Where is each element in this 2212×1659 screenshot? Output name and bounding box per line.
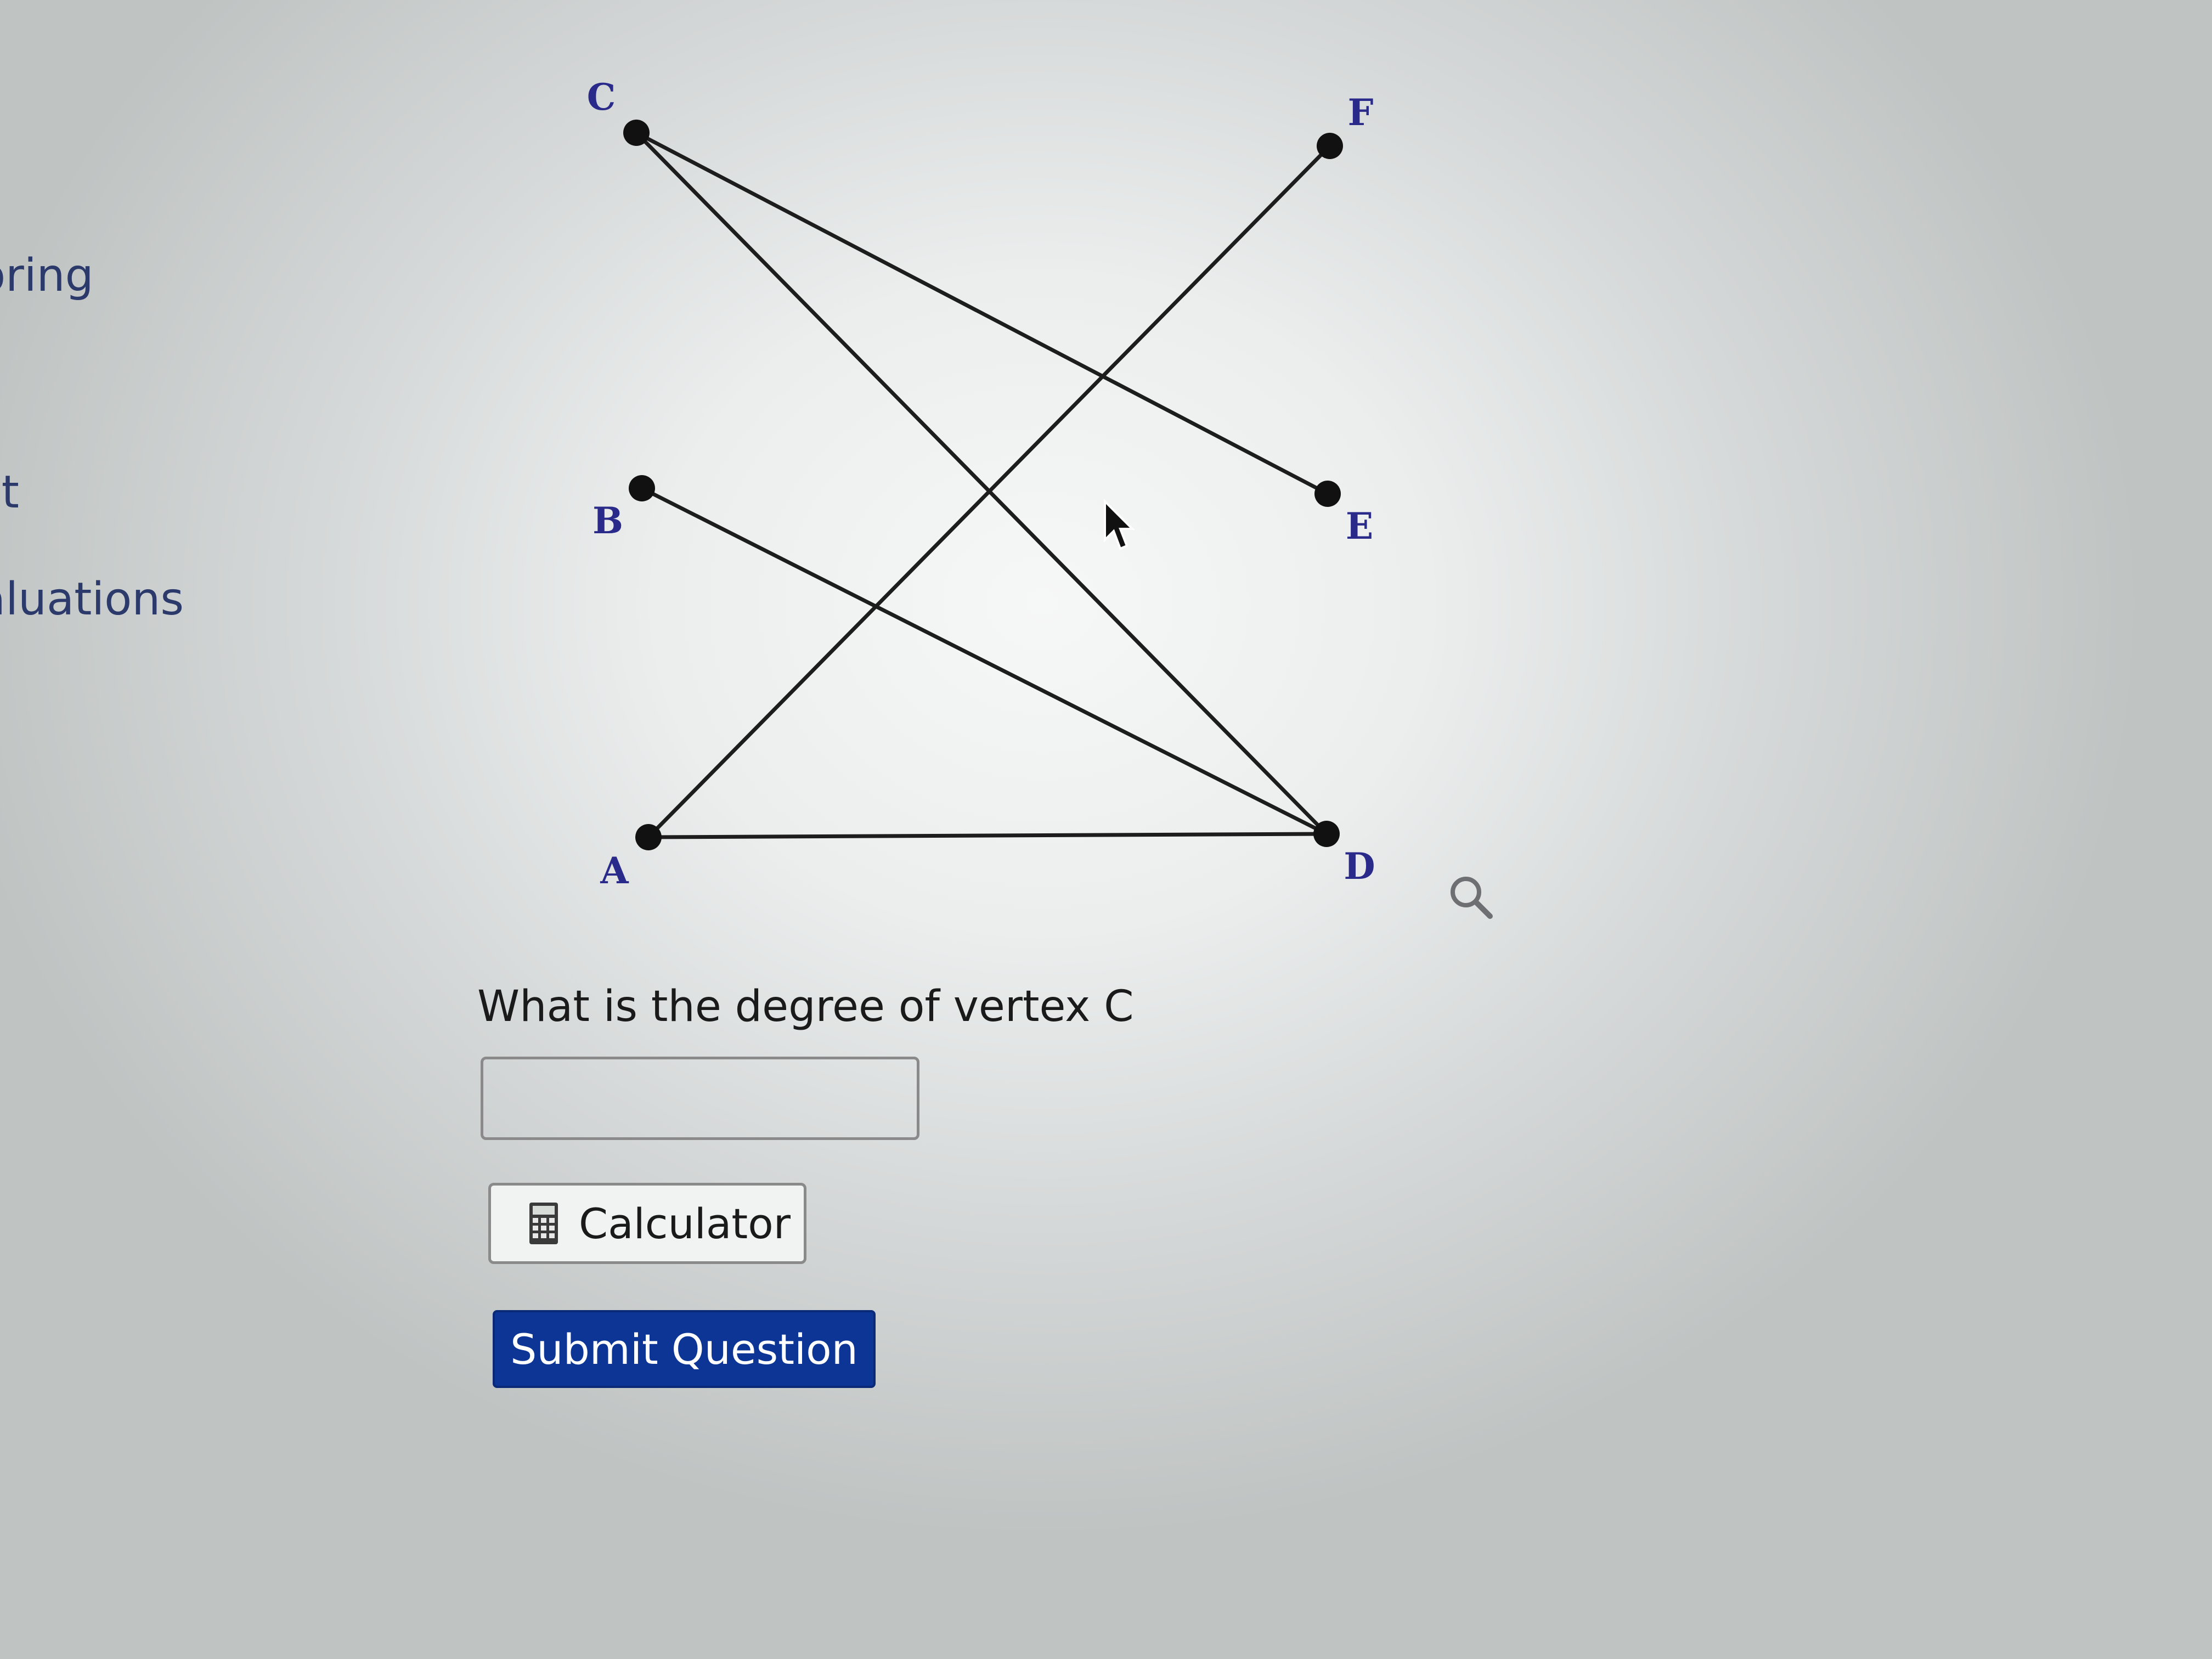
edge-c-e — [635, 131, 1329, 496]
mouse-pointer-icon — [1104, 499, 1135, 550]
calculator-button[interactable]: Calculator — [488, 1183, 806, 1264]
vertex-label-f: F — [1348, 91, 1374, 134]
calculator-button-label: Calculator — [579, 1199, 791, 1248]
question-text: What is the degree of vertex C — [477, 982, 1134, 1031]
graph-edges — [635, 131, 1331, 839]
edge-b-d — [641, 486, 1328, 836]
answer-input[interactable] — [481, 1057, 919, 1140]
vertex-e — [1314, 481, 1341, 507]
vertex-b — [629, 475, 655, 501]
magnifier-icon[interactable] — [1446, 872, 1496, 922]
vertex-label-d: D — [1344, 845, 1375, 888]
vertex-a — [635, 824, 662, 850]
vertex-d — [1313, 821, 1340, 847]
edge-c-d — [635, 131, 1328, 836]
vertex-label-e: E — [1346, 505, 1373, 548]
vertex-label-a: A — [600, 849, 629, 892]
vertex-label-c: C — [587, 76, 616, 119]
edge-a-d — [648, 832, 1327, 839]
vertex-c — [623, 120, 650, 146]
submit-button-label: Submit Question — [510, 1324, 858, 1374]
graph-figure: C F B E A D — [587, 76, 1375, 892]
vertex-label-b: B — [592, 499, 623, 542]
vertex-f — [1317, 133, 1343, 159]
submit-question-button[interactable]: Submit Question — [493, 1310, 876, 1388]
calculator-icon — [529, 1203, 558, 1244]
